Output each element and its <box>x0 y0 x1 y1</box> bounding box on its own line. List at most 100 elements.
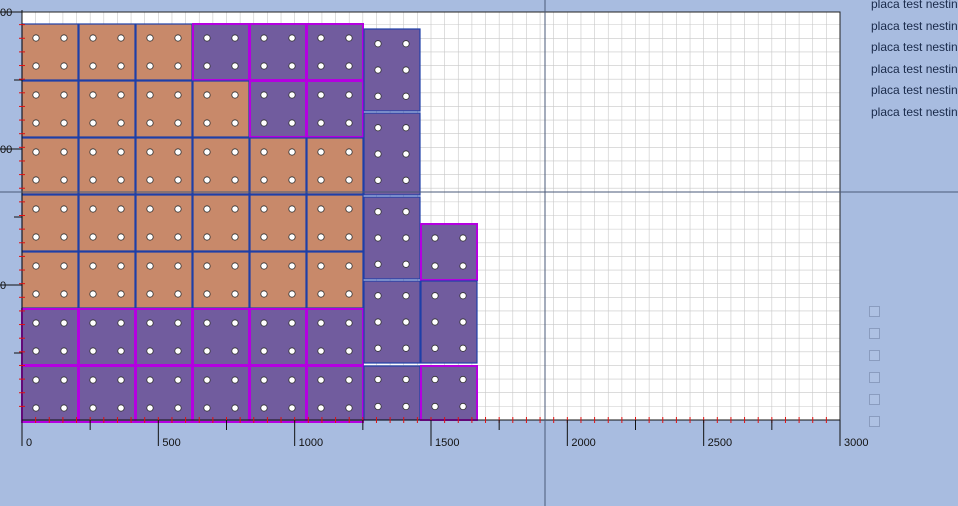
hole <box>374 150 382 158</box>
hole <box>402 344 410 352</box>
x-tick-label: 500 <box>162 437 180 449</box>
hole <box>117 62 125 70</box>
checkbox[interactable] <box>869 372 880 383</box>
hole <box>374 292 382 300</box>
hole <box>89 205 97 213</box>
hole <box>459 344 467 352</box>
nested-part <box>21 23 79 81</box>
hole <box>60 404 68 412</box>
hole <box>174 262 182 270</box>
x-tick-label: 2500 <box>708 437 732 449</box>
hole <box>402 176 410 184</box>
nested-part <box>135 251 193 309</box>
hole <box>260 262 268 270</box>
hole <box>117 262 125 270</box>
hole <box>317 404 325 412</box>
nested-part <box>306 23 364 81</box>
nested-part <box>78 251 136 309</box>
list-item[interactable]: placa test nesting <box>871 59 958 81</box>
hole <box>60 62 68 70</box>
hole <box>174 404 182 412</box>
nested-part <box>306 308 364 366</box>
hole <box>260 205 268 213</box>
nested-part <box>363 365 421 421</box>
hole <box>117 176 125 184</box>
nested-part <box>249 194 307 252</box>
hole <box>117 119 125 127</box>
hole <box>260 404 268 412</box>
hole <box>459 402 467 411</box>
nested-part <box>135 80 193 138</box>
hole <box>89 347 97 355</box>
hole <box>231 319 239 327</box>
list-item[interactable]: placa test nesting <box>871 0 958 16</box>
hole <box>203 376 211 384</box>
list-item[interactable]: placa test nesting <box>871 16 958 38</box>
hole <box>117 233 125 241</box>
hole <box>60 176 68 184</box>
hole <box>89 148 97 156</box>
hole <box>203 319 211 327</box>
hole <box>174 34 182 42</box>
hole <box>402 375 410 384</box>
hole <box>374 124 382 132</box>
hole <box>288 91 296 99</box>
hole <box>32 119 40 127</box>
nested-part <box>78 194 136 252</box>
nesting-list[interactable]: placa test nesting placa test nesting pl… <box>871 0 958 124</box>
checkbox[interactable] <box>869 328 880 339</box>
hole <box>317 290 325 298</box>
nested-part <box>21 308 79 366</box>
hole <box>117 205 125 213</box>
checkbox[interactable] <box>869 416 880 427</box>
hole <box>203 404 211 412</box>
hole <box>260 319 268 327</box>
nested-part <box>363 196 421 280</box>
hole <box>231 376 239 384</box>
hole <box>89 290 97 298</box>
hole <box>146 62 154 70</box>
hole <box>174 233 182 241</box>
hole <box>459 262 467 270</box>
nested-part <box>192 251 250 309</box>
hole <box>288 205 296 213</box>
checkbox[interactable] <box>869 350 880 361</box>
hole <box>32 347 40 355</box>
hole <box>288 404 296 412</box>
hole <box>203 62 211 70</box>
hole <box>32 205 40 213</box>
hole <box>260 290 268 298</box>
hole <box>345 290 353 298</box>
hole <box>374 234 382 242</box>
hole <box>174 376 182 384</box>
nesting-canvas[interactable]: 0 500 1000 1500 2000 2500 300000000 <box>0 0 958 506</box>
nested-part <box>306 365 364 423</box>
list-item[interactable]: placa test nesting <box>871 80 958 102</box>
hole <box>459 292 467 300</box>
hole <box>431 375 439 384</box>
x-tick-label: 3000 <box>844 437 868 449</box>
hole <box>146 376 154 384</box>
hole <box>260 176 268 184</box>
hole <box>317 119 325 127</box>
hole <box>89 91 97 99</box>
hole <box>345 176 353 184</box>
hole <box>402 124 410 132</box>
list-item[interactable]: placa test nesting <box>871 102 958 124</box>
hole <box>374 260 382 268</box>
hole <box>146 233 154 241</box>
nested-part <box>135 365 193 423</box>
hole <box>402 234 410 242</box>
hole <box>345 34 353 42</box>
checkbox[interactable] <box>869 306 880 317</box>
checkbox[interactable] <box>869 394 880 405</box>
nested-part <box>249 80 307 138</box>
hole <box>203 119 211 127</box>
hole <box>374 66 382 74</box>
hole <box>345 62 353 70</box>
hole <box>203 91 211 99</box>
hole <box>89 176 97 184</box>
list-item[interactable]: placa test nesting <box>871 37 958 59</box>
nested-parts <box>21 23 478 423</box>
hole <box>288 176 296 184</box>
